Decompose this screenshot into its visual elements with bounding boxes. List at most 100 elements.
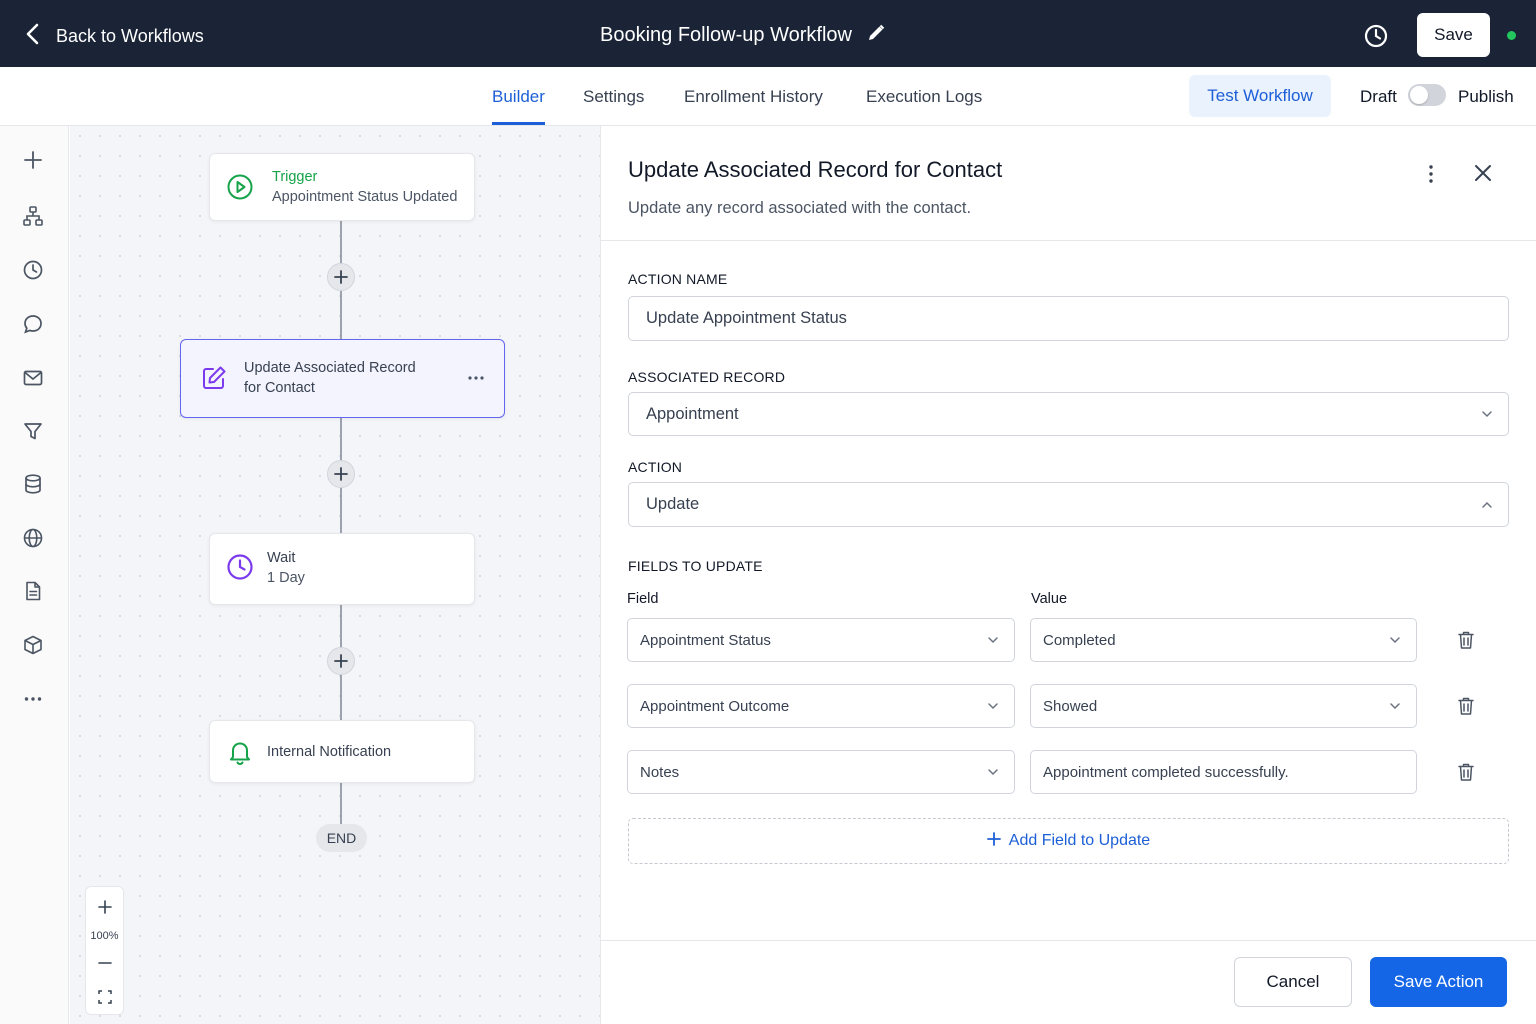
divider — [601, 940, 1536, 941]
hierarchy-icon[interactable] — [21, 204, 45, 228]
chevron-down-icon — [1388, 699, 1402, 713]
save-action-button[interactable]: Save Action — [1370, 957, 1507, 1007]
action-name-input[interactable]: Update Appointment Status — [628, 296, 1509, 341]
more-vertical-icon[interactable] — [1419, 162, 1443, 191]
value-select[interactable]: Showed — [1030, 684, 1417, 728]
notification-title: Internal Notification — [267, 744, 392, 760]
back-label: Back to Workflows — [56, 26, 204, 46]
field-select[interactable]: Notes — [627, 750, 1015, 794]
tab-builder[interactable]: Builder — [492, 87, 545, 107]
chevron-down-icon — [1388, 633, 1402, 647]
zoom-level: 100% — [90, 930, 119, 942]
divider — [601, 240, 1536, 241]
action-node-title-line2: for Contact — [244, 380, 315, 396]
fields-to-update-label: FIELDS TO UPDATE — [628, 558, 763, 574]
update-record-node[interactable]: Update Associated Record for Contact — [180, 339, 505, 418]
globe-icon[interactable] — [21, 526, 45, 550]
add-field-button[interactable]: Add Field to Update — [628, 818, 1509, 864]
test-workflow-button[interactable]: Test Workflow — [1189, 75, 1331, 117]
zoom-out-button[interactable] — [86, 949, 123, 977]
action-name-value: Update Appointment Status — [646, 309, 847, 327]
value-text-input[interactable]: Appointment completed successfully. — [1030, 750, 1417, 794]
cancel-button[interactable]: Cancel — [1234, 957, 1352, 1007]
play-circle-icon — [226, 173, 254, 201]
close-icon[interactable] — [1471, 161, 1495, 190]
more-icon[interactable] — [21, 687, 45, 711]
workflow-canvas[interactable]: Trigger Appointment Status Updated Updat… — [70, 126, 601, 1024]
filter-icon[interactable] — [21, 419, 45, 443]
chevron-down-icon — [1480, 407, 1494, 421]
trigger-subtitle: Appointment Status Updated — [272, 189, 458, 205]
field-select[interactable]: Appointment Outcome — [627, 684, 1015, 728]
action-name-label: ACTION NAME — [628, 271, 728, 287]
end-marker: END — [316, 824, 367, 852]
save-button[interactable]: Save — [1417, 13, 1490, 57]
trigger-title: Trigger — [272, 169, 318, 185]
connector-line — [340, 783, 342, 827]
bell-icon — [226, 738, 254, 766]
value-select[interactable]: Completed — [1030, 618, 1417, 662]
add-step-button[interactable] — [327, 263, 355, 291]
action-node-title: Update Associated Record — [244, 360, 416, 376]
panel-subtitle: Update any record associated with the co… — [628, 199, 972, 217]
left-icon-rail — [0, 126, 69, 1024]
status-indicator-dot — [1507, 31, 1516, 40]
document-icon[interactable] — [21, 579, 45, 603]
wait-subtitle: 1 Day — [267, 570, 305, 586]
trash-icon[interactable] — [1457, 696, 1475, 716]
top-bar: Back to Workflows Booking Follow-up Work… — [0, 0, 1536, 67]
wait-title: Wait — [267, 550, 296, 566]
trigger-node[interactable]: Trigger Appointment Status Updated — [209, 153, 475, 221]
toggle-knob — [1410, 86, 1428, 104]
chat-icon[interactable] — [21, 312, 45, 336]
field-column-label: Field — [627, 591, 659, 607]
field-value: Appointment Status — [640, 631, 771, 649]
publish-label: Publish — [1458, 87, 1514, 106]
edit-pencil-icon[interactable] — [866, 23, 886, 48]
fit-view-icon[interactable] — [86, 983, 123, 1011]
database-icon[interactable] — [21, 472, 45, 496]
tab-settings[interactable]: Settings — [583, 87, 644, 107]
field-value: Appointment Outcome — [640, 697, 790, 715]
add-step-button[interactable] — [327, 647, 355, 675]
add-field-label: Add Field to Update — [1008, 832, 1151, 849]
wait-node[interactable]: Wait 1 Day — [209, 533, 475, 605]
zoom-in-button[interactable] — [86, 893, 123, 921]
mail-icon[interactable] — [21, 366, 45, 390]
tab-enrollment-history[interactable]: Enrollment History — [684, 87, 823, 107]
field-select[interactable]: Appointment Status — [627, 618, 1015, 662]
associated-record-label: ASSOCIATED RECORD — [628, 369, 786, 385]
plus-icon[interactable] — [21, 148, 45, 172]
panel-title: Update Associated Record for Contact — [628, 157, 1003, 182]
action-select[interactable]: Update — [628, 482, 1509, 527]
more-horizontal-icon[interactable] — [466, 368, 486, 388]
back-to-workflows-link[interactable]: Back to Workflows — [22, 22, 204, 51]
value-value: Appointment completed successfully. — [1043, 763, 1289, 781]
value-value: Completed — [1043, 631, 1116, 649]
workflow-title-group: Booking Follow-up Workflow — [600, 23, 886, 48]
value-column-label: Value — [1031, 591, 1068, 607]
tabs-bar: Builder Settings Enrollment History Exec… — [0, 67, 1536, 126]
plus-icon — [986, 831, 1001, 851]
tab-execution-logs[interactable]: Execution Logs — [866, 87, 982, 107]
chevron-down-icon — [986, 633, 1000, 647]
value-value: Showed — [1043, 697, 1098, 715]
action-value: Update — [646, 495, 700, 513]
active-tab-underline — [492, 122, 545, 125]
chevron-down-icon — [986, 765, 1000, 779]
chevron-down-icon — [986, 699, 1000, 713]
chevron-up-icon — [1480, 498, 1494, 512]
internal-notification-node[interactable]: Internal Notification — [209, 720, 475, 783]
action-label: ACTION — [628, 459, 683, 475]
associated-record-select[interactable]: Appointment — [628, 392, 1509, 436]
history-clock-icon[interactable] — [1362, 22, 1390, 55]
trash-icon[interactable] — [1457, 630, 1475, 650]
clock-icon[interactable] — [21, 258, 45, 282]
field-value: Notes — [640, 763, 680, 781]
add-step-button[interactable] — [327, 460, 355, 488]
trash-icon[interactable] — [1457, 762, 1475, 782]
publish-toggle[interactable] — [1408, 84, 1446, 106]
zoom-controls: 100% — [85, 886, 124, 1015]
associated-record-value: Appointment — [646, 404, 739, 423]
box-icon[interactable] — [21, 633, 45, 657]
